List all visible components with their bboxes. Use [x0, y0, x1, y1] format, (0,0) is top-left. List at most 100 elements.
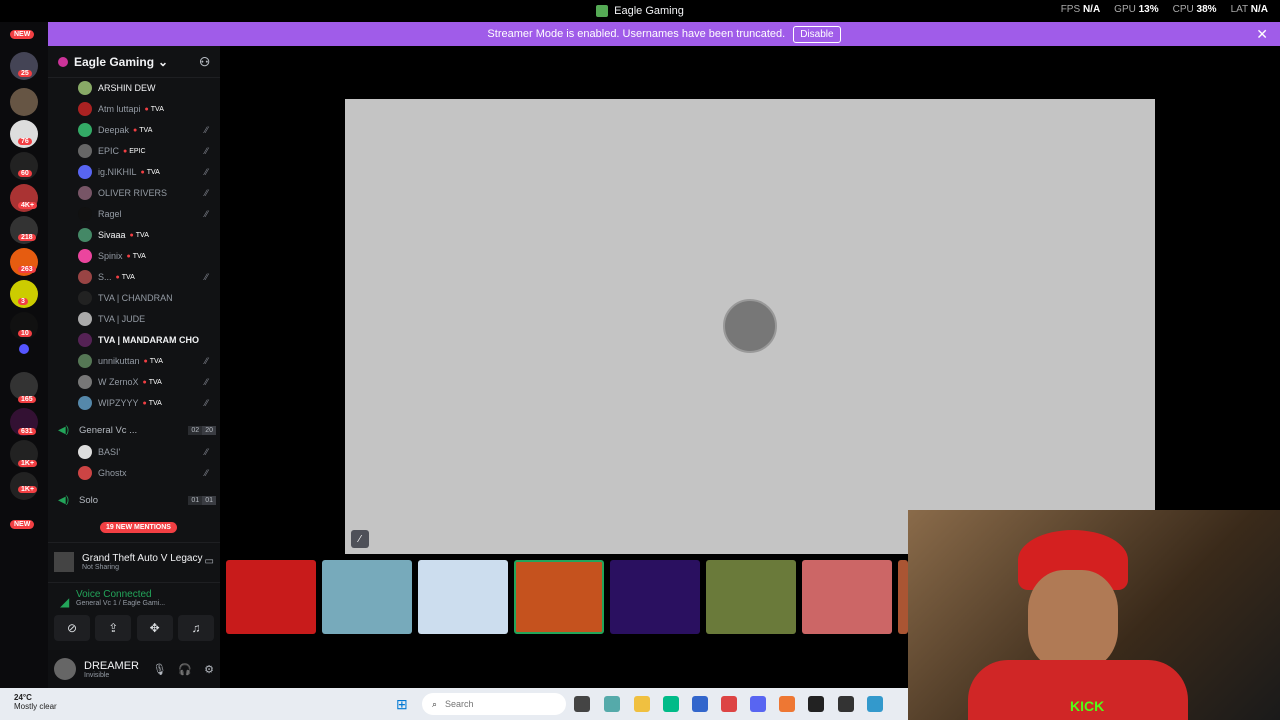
participant-tile[interactable]	[322, 560, 412, 634]
avatar	[78, 81, 92, 95]
app-icon[interactable]	[867, 696, 883, 712]
list-item[interactable]: unnikuttan TVA ⁄⁄	[78, 351, 216, 371]
edge-icon[interactable]	[663, 696, 679, 712]
list-item[interactable]: TVA | JUDE	[78, 309, 216, 329]
list-item[interactable]: WIPZYYY TVA ⁄⁄	[78, 393, 216, 413]
search-icon: ⌕	[432, 698, 438, 709]
deafened-icon: ⁄⁄	[204, 209, 208, 219]
list-item[interactable]: Ghostx ⁄⁄	[78, 463, 216, 483]
gpu-stat: GPU 13%	[1114, 4, 1159, 15]
disable-streamer-mode-button[interactable]: Disable	[793, 25, 841, 43]
list-item[interactable]: Ragel ⁄⁄	[78, 204, 216, 224]
focused-participant-tile[interactable]: ⁄	[345, 99, 1155, 554]
avatar	[78, 102, 92, 116]
participant-tile[interactable]	[610, 560, 700, 634]
folder-icon[interactable]	[19, 344, 29, 354]
add-member-icon[interactable]: ⚇	[199, 55, 210, 69]
user-count: 02	[188, 425, 203, 435]
soundboard-icon[interactable]: ♫	[177, 615, 214, 641]
camera-off-icon[interactable]: ⊘	[54, 615, 90, 641]
avatar	[78, 333, 92, 347]
list-item[interactable]: Atm luttapi TVA	[78, 99, 216, 119]
cpu-stat: CPU 38%	[1172, 4, 1217, 15]
list-item[interactable]: ig.NIKHIL TVA ⁄⁄	[78, 162, 216, 182]
participant-tile[interactable]	[898, 560, 908, 634]
avatar	[78, 144, 92, 158]
member-name: BASI'	[98, 447, 121, 457]
voice-channel-link[interactable]: General Vc 1 / Eagle Gami...	[76, 600, 214, 607]
guild-logo-icon	[58, 56, 68, 67]
store-icon[interactable]	[692, 696, 708, 712]
avatar	[78, 312, 92, 326]
role-tag: TVA	[116, 274, 135, 281]
avatar	[78, 291, 92, 305]
speaker-icon: ◀)	[58, 424, 70, 436]
headset-icon[interactable]: 🎧	[178, 663, 192, 676]
screen-share-icon[interactable]: ▭	[205, 556, 214, 567]
avatar	[78, 186, 92, 200]
gear-icon[interactable]: ⚙	[204, 663, 214, 676]
signal-icon[interactable]: ◢	[60, 595, 69, 609]
discord-icon[interactable]	[750, 696, 766, 712]
copilot-icon[interactable]	[604, 696, 620, 712]
role-tag: TVA	[127, 253, 146, 260]
game-icon	[54, 551, 74, 572]
user-limit: 20	[202, 425, 216, 435]
server-badge: 1K+	[18, 486, 38, 493]
screen-share-button[interactable]: ⇪	[95, 615, 132, 641]
deafened-icon: ⁄⁄	[204, 468, 208, 478]
guild-header[interactable]: Eagle Gaming ⌄ ⚇	[48, 46, 220, 78]
activity-panel: Grand Theft Auto V Legacy Not Sharing ▭	[48, 542, 220, 580]
task-view-icon[interactable]	[574, 696, 590, 712]
temperature: 24°C	[14, 693, 32, 702]
server-icon[interactable]	[10, 88, 38, 116]
list-item[interactable]: TVA | MANDARAM CHO	[78, 330, 216, 350]
list-item[interactable]: TVA | CHANDRAN	[78, 288, 216, 308]
member-name: Atm luttapi	[98, 104, 141, 114]
list-item[interactable]: Sivaaa TVA	[78, 225, 216, 245]
user-limit: 01	[202, 495, 216, 505]
voice-channel-solo[interactable]: ◀) Solo 01 01	[58, 490, 216, 510]
streamer-mode-text: Streamer Mode is enabled. Usernames have…	[487, 28, 786, 40]
participant-tile-speaking[interactable]	[514, 560, 604, 634]
list-item[interactable]: DeepakTVA ⁄⁄	[78, 120, 216, 140]
user-status: Invisible	[84, 671, 110, 679]
mic-icon[interactable]: 🎙	[152, 663, 166, 676]
new-mentions-button[interactable]: 19 NEW MENTIONS	[100, 522, 177, 533]
member-name: TVA | CHANDRAN	[98, 293, 173, 303]
participant-tile[interactable]	[226, 560, 316, 634]
list-item[interactable]: S... TVA ⁄⁄	[78, 267, 216, 287]
deafened-icon: ⁄⁄	[204, 447, 208, 457]
weather-widget[interactable]: 24°C Mostly clear	[14, 693, 57, 711]
file-explorer-icon[interactable]	[634, 696, 650, 712]
taskbar-search[interactable]: ⌕	[422, 693, 566, 715]
list-item[interactable]: Spinix TVA	[78, 246, 216, 266]
windows-start-icon[interactable]: ⊞	[396, 696, 412, 712]
streamer-face	[1028, 570, 1118, 670]
participant-tile[interactable]	[802, 560, 892, 634]
participant-tile[interactable]	[706, 560, 796, 634]
member-name: TVA | JUDE	[98, 314, 146, 324]
avatar	[78, 165, 92, 179]
fps-stat: FPS N/A	[1060, 4, 1101, 15]
list-item[interactable]: ARSHIN DEW	[78, 78, 216, 98]
list-item[interactable]: EPICEPIC ⁄⁄	[78, 141, 216, 161]
obs-icon[interactable]	[838, 696, 854, 712]
app-icon[interactable]	[779, 696, 795, 712]
voice-channel-general[interactable]: ◀) General Vc ... 02 20	[58, 420, 216, 440]
avatar[interactable]	[54, 658, 76, 680]
chrome-icon[interactable]	[721, 696, 737, 712]
search-input[interactable]	[445, 699, 556, 709]
avatar	[78, 466, 92, 480]
app-icon[interactable]	[808, 696, 824, 712]
list-item[interactable]: BASI' ⁄⁄	[78, 442, 216, 462]
list-item[interactable]: W ZernoX TVA ⁄⁄	[78, 372, 216, 392]
close-icon[interactable]: ✕	[1256, 26, 1268, 43]
windows-taskbar: 24°C Mostly clear ⊞ ⌕	[0, 688, 908, 720]
voice-connection-panel: ◢ Voice Connected General Vc 1 / Eagle G…	[48, 582, 220, 654]
deafened-icon: ⁄⁄	[204, 377, 208, 387]
list-item[interactable]: OLIVER RIVERS ⁄⁄	[78, 183, 216, 203]
activities-icon[interactable]: ✥	[136, 615, 173, 641]
participant-tile[interactable]	[418, 560, 508, 634]
avatar	[78, 354, 92, 368]
